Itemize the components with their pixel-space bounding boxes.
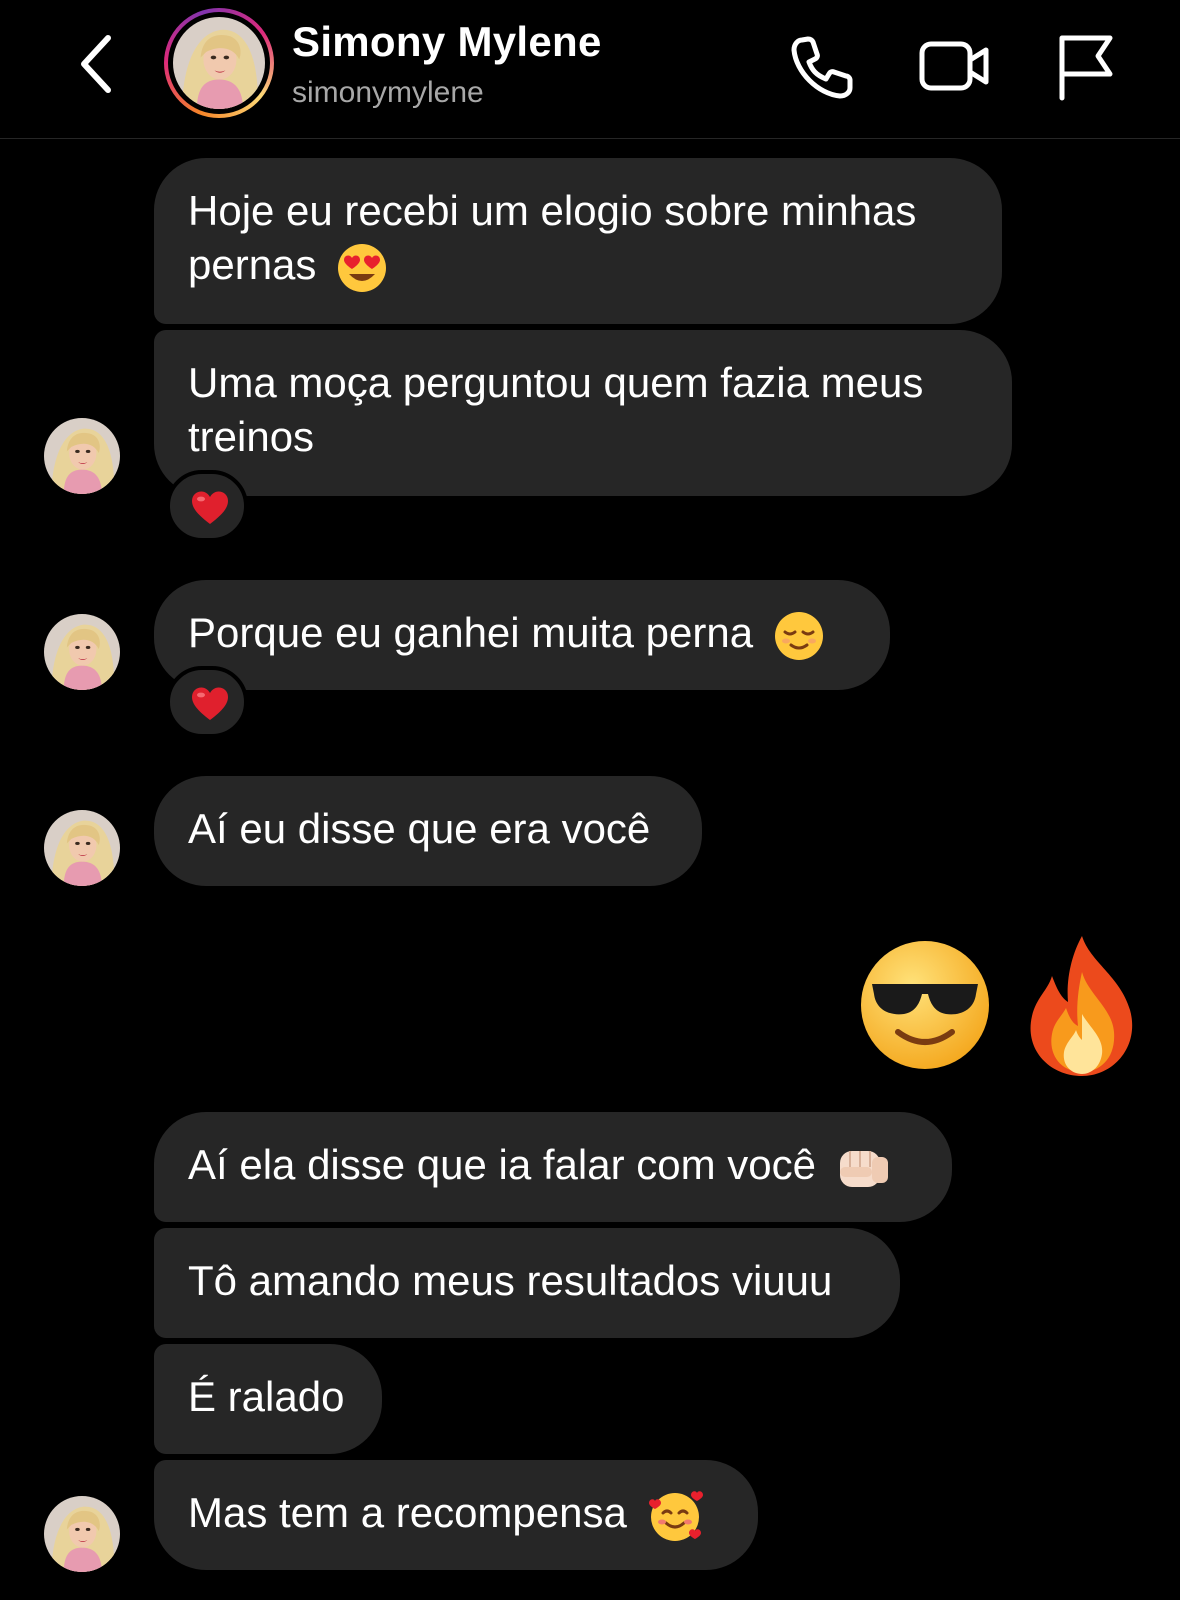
reaction-badge[interactable] <box>166 470 248 542</box>
message-text: Porque eu ganhei muita perna <box>188 609 754 656</box>
video-camera-icon[interactable] <box>918 30 992 104</box>
fire-emoji-icon[interactable] <box>1020 932 1144 1080</box>
phone-icon[interactable] <box>786 30 860 104</box>
message-text: Mas tem a recompensa <box>188 1489 627 1536</box>
reaction-badge[interactable] <box>166 666 248 738</box>
message-text: É ralado <box>188 1373 345 1420</box>
smiling-face-with-hearts-emoji-icon <box>648 1491 703 1541</box>
red-heart-icon <box>190 686 230 722</box>
message-bubble[interactable]: Mas tem a recompensa <box>154 1460 758 1570</box>
flag-icon[interactable] <box>1052 30 1126 104</box>
message-text: Aí ela disse que ia falar com você <box>188 1141 816 1188</box>
message-text: Uma moça perguntou quem fazia meus trein… <box>188 359 924 460</box>
sender-avatar[interactable] <box>44 1496 120 1572</box>
sunglasses-face-emoji-icon[interactable] <box>858 938 992 1072</box>
chat-header: Simony Mylene simonymylene <box>0 0 1180 139</box>
sender-avatar[interactable] <box>44 418 120 494</box>
message-bubble[interactable]: É ralado <box>154 1344 382 1454</box>
message-bubble[interactable]: Porque eu ganhei muita perna <box>154 580 890 690</box>
message-text: Aí eu disse que era você <box>188 805 651 852</box>
message-bubble[interactable]: Uma moça perguntou quem fazia meus trein… <box>154 330 1012 496</box>
red-heart-icon <box>190 490 230 526</box>
relieved-face-emoji-icon <box>774 611 823 660</box>
sender-avatar[interactable] <box>44 810 120 886</box>
message-bubble[interactable]: Aí eu disse que era você <box>154 776 702 886</box>
message-bubble[interactable]: Aí ela disse que ia falar com você <box>154 1112 952 1222</box>
profile-avatar[interactable] <box>164 8 274 118</box>
sender-avatar[interactable] <box>44 614 120 690</box>
message-text: Tô amando meus resultados viuuu <box>188 1257 833 1304</box>
contact-name[interactable]: Simony Mylene <box>292 18 602 66</box>
message-text: Hoje eu recebi um elogio sobre minhas pe… <box>188 187 917 288</box>
message-bubble[interactable]: Tô amando meus resultados viuuu <box>154 1228 900 1338</box>
message-bubble[interactable]: Hoje eu recebi um elogio sobre minhas pe… <box>154 158 1002 324</box>
contact-username[interactable]: simonymylene <box>292 76 484 110</box>
fist-bump-emoji-icon <box>839 1150 888 1187</box>
avatar-photo <box>173 17 265 109</box>
back-chevron-icon[interactable] <box>70 28 126 100</box>
heart-eyes-emoji-icon <box>338 243 387 292</box>
